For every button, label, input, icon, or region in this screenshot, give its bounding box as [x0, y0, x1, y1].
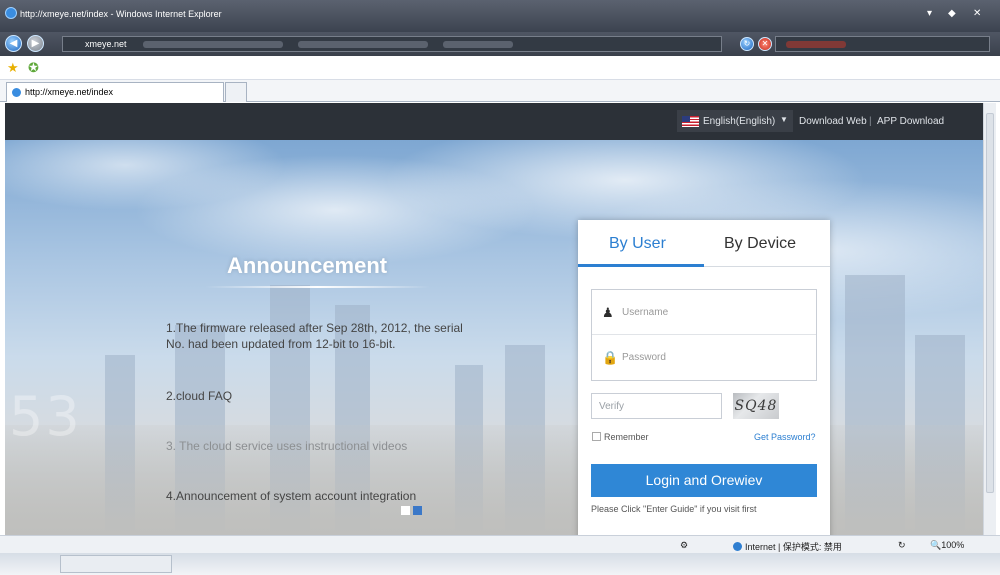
tab-by-device[interactable]: By Device	[724, 235, 796, 253]
username-row: ♟	[592, 290, 816, 335]
carousel-dot-active[interactable]	[413, 506, 422, 515]
url-field[interactable]: xmeye.net	[62, 36, 722, 52]
login-button[interactable]: Login and Orewiev	[591, 464, 817, 497]
lock-icon: 🔒	[602, 350, 619, 365]
minimize-icon[interactable]: ▾	[927, 8, 932, 19]
scrollbar-thumb[interactable]	[986, 113, 994, 493]
ground-fade	[5, 425, 983, 535]
restore-icon[interactable]: ◆	[948, 8, 956, 19]
guide-note: Please Click "Enter Guide" if you visit …	[591, 504, 757, 514]
tab-bar: http://xmeye.net/index	[0, 80, 1000, 102]
zone-label: Internet | 保护模式: 禁用	[745, 542, 842, 552]
ie-logo-icon	[5, 7, 17, 19]
announcement-item[interactable]: 2.cloud FAQ	[166, 388, 466, 404]
zone-status: Internet | 保护模式: 禁用	[733, 540, 842, 553]
captcha-image[interactable]: SQ48	[733, 393, 779, 419]
address-bar: ◀ ▶ xmeye.net ↻ ✕	[0, 32, 1000, 56]
favorites-bar: ★ ✪	[0, 56, 1000, 80]
zoom-label: 100%	[941, 540, 965, 550]
page-viewport: English(English) ▼ Download Web | APP Do…	[5, 103, 983, 535]
username-input[interactable]	[620, 304, 800, 320]
protected-mode-icon[interactable]: ↻	[898, 540, 906, 551]
hero-banner: 53 Announcement 1.The firmware released …	[5, 140, 983, 535]
login-panel: By User By Device ♟ 🔒 SQ48 Remember Get …	[578, 220, 830, 535]
blurred-url-segment	[298, 41, 428, 48]
chevron-down-icon: ▼	[780, 115, 788, 124]
tab-by-user[interactable]: By User	[609, 235, 666, 253]
add-favorite-icon[interactable]: ✪	[28, 60, 39, 76]
globe-icon	[733, 542, 742, 551]
announcement-item[interactable]: 1.The firmware released after Sep 28th, …	[166, 320, 466, 352]
taskbar	[0, 553, 1000, 575]
download-web-link[interactable]: Download Web	[799, 116, 867, 127]
carousel-dots	[401, 502, 425, 520]
window-title-bar: http://xmeye.net/index - Windows Interne…	[0, 0, 1000, 32]
browser-tab[interactable]: http://xmeye.net/index	[6, 82, 224, 102]
active-tab-underline	[578, 264, 704, 267]
carousel-dot[interactable]	[401, 506, 410, 515]
announcement-item[interactable]: 3. The cloud service uses instructional …	[166, 438, 466, 454]
blurred-url-segment	[443, 41, 513, 48]
remember-label: Remember	[604, 432, 649, 442]
blurred-search-text	[786, 41, 846, 48]
get-password-link[interactable]: Get Password?	[754, 432, 816, 442]
window-title: http://xmeye.net/index - Windows Interne…	[20, 9, 222, 19]
password-input[interactable]	[620, 349, 800, 365]
blurred-url-segment	[143, 41, 283, 48]
remember-checkbox[interactable]: Remember	[592, 432, 649, 442]
us-flag-icon	[682, 116, 699, 127]
back-arrow-icon[interactable]: ◀	[5, 35, 22, 52]
url-text: xmeye.net	[85, 39, 127, 49]
close-icon[interactable]: ✕	[973, 8, 981, 19]
header-separator: |	[869, 116, 872, 127]
status-bar: ⚙ Internet | 保护模式: 禁用 ↻ 🔍100%	[0, 535, 1000, 553]
refresh-icon[interactable]: ↻	[740, 37, 754, 51]
announcement-divider	[205, 286, 430, 288]
password-row: 🔒	[592, 335, 816, 380]
stop-icon[interactable]: ✕	[758, 37, 772, 51]
announcement-title: Announcement	[227, 253, 388, 278]
taskbar-button[interactable]	[60, 555, 172, 573]
background-number: 53	[9, 385, 82, 448]
search-field[interactable]	[775, 36, 990, 52]
login-tabs: By User By Device	[578, 220, 830, 267]
app-download-link[interactable]: APP Download	[877, 116, 944, 127]
zoom-level[interactable]: 🔍100%	[930, 540, 964, 551]
language-label: English(English)	[703, 116, 776, 127]
tab-title: http://xmeye.net/index	[25, 87, 114, 97]
forward-arrow-icon[interactable]: ▶	[27, 35, 44, 52]
favorites-star-icon[interactable]: ★	[7, 60, 19, 76]
checkbox-box[interactable]	[592, 432, 601, 441]
language-selector[interactable]: English(English) ▼	[677, 110, 793, 132]
new-tab-button[interactable]	[225, 82, 247, 102]
ie-page-icon	[12, 88, 21, 97]
credentials-box: ♟ 🔒	[591, 289, 817, 381]
vertical-scrollbar[interactable]	[983, 103, 996, 535]
verify-input[interactable]	[591, 393, 722, 419]
site-header: English(English) ▼ Download Web | APP Do…	[5, 103, 983, 140]
user-icon: ♟	[602, 305, 614, 320]
security-icon[interactable]: ⚙	[680, 540, 688, 551]
